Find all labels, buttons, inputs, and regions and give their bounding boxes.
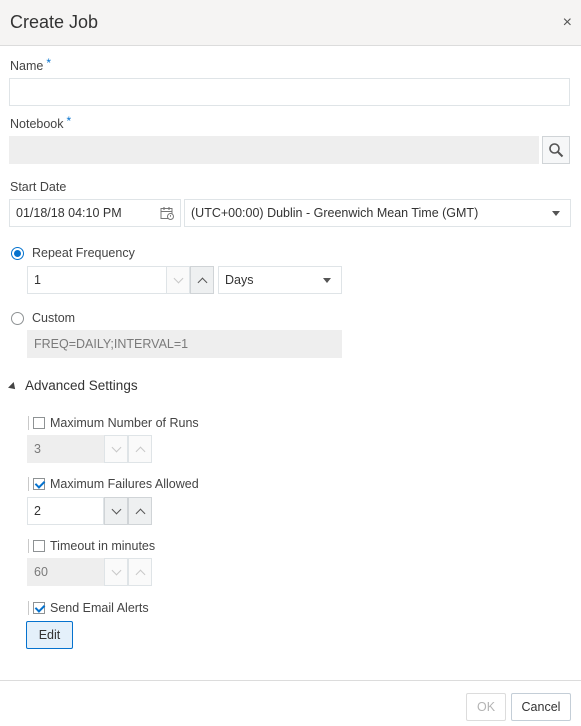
timezone-select[interactable]: (UTC+00:00) Dublin - Greenwich Mean Time… [184, 199, 571, 227]
max-runs-decrement-button[interactable] [104, 435, 128, 463]
expand-triangle-icon[interactable] [8, 382, 18, 392]
chevron-down-icon [111, 504, 121, 514]
max-runs-increment-button[interactable] [128, 435, 152, 463]
max-failures-label: Maximum Failures Allowed [50, 477, 199, 491]
name-input[interactable] [9, 78, 570, 106]
max-failures-decrement-button[interactable] [104, 497, 128, 525]
custom-rule-field[interactable]: FREQ=DAILY;INTERVAL=1 [27, 330, 342, 358]
ok-button[interactable]: OK [466, 693, 506, 721]
max-failures-checkbox[interactable] [33, 478, 45, 490]
timeout-label: Timeout in minutes [50, 539, 156, 553]
required-marker: * [66, 114, 72, 128]
start-date-value: 01/18/18 04:10 PM [16, 206, 122, 220]
frequency-unit-value: Days [225, 273, 254, 287]
close-icon[interactable]: × [563, 14, 572, 32]
notebook-field[interactable] [9, 136, 539, 164]
advanced-settings-toggle[interactable]: Advanced Settings [25, 378, 138, 393]
chevron-down-icon [552, 211, 560, 216]
repeat-frequency-radio[interactable] [11, 247, 24, 260]
required-marker: * [46, 56, 52, 70]
timeout-increment-button[interactable] [128, 558, 152, 586]
name-label: Name * [10, 56, 52, 73]
timezone-value: (UTC+00:00) Dublin - Greenwich Mean Time… [191, 206, 479, 220]
frequency-unit-select[interactable]: Days [218, 266, 342, 294]
frequency-increment-button[interactable] [190, 266, 214, 294]
email-alerts-checkbox[interactable] [33, 602, 45, 614]
chevron-down-icon [323, 278, 331, 283]
chevron-down-icon [173, 273, 183, 283]
email-alerts-label: Send Email Alerts [50, 601, 149, 615]
dialog-title: Create Job [10, 12, 99, 32]
dialog-header: Create Job × [0, 0, 581, 46]
calendar-icon[interactable] [160, 206, 174, 220]
chevron-up-icon [197, 277, 207, 287]
chevron-up-icon [135, 446, 145, 456]
chevron-down-icon [111, 565, 121, 575]
timeout-decrement-button[interactable] [104, 558, 128, 586]
custom-radio[interactable] [11, 312, 24, 325]
start-date-label: Start Date [10, 180, 67, 194]
chevron-up-icon [135, 569, 145, 579]
custom-label: Custom [32, 311, 76, 325]
chevron-up-icon [135, 508, 145, 518]
chevron-down-icon [111, 442, 121, 452]
timeout-checkbox[interactable] [33, 540, 45, 552]
divider [28, 539, 29, 553]
max-runs-checkbox[interactable] [33, 417, 45, 429]
timeout-input[interactable]: 60 [27, 558, 104, 586]
repeat-frequency-label: Repeat Frequency [32, 246, 135, 260]
divider [28, 601, 29, 615]
search-icon [549, 143, 564, 158]
max-runs-label: Maximum Number of Runs [50, 416, 199, 430]
max-failures-input[interactable]: 2 [27, 497, 104, 525]
cancel-button[interactable]: Cancel [511, 693, 571, 721]
max-runs-input[interactable]: 3 [27, 435, 104, 463]
edit-email-alerts-button[interactable]: Edit [26, 621, 73, 649]
divider [28, 477, 29, 491]
notebook-search-button[interactable] [542, 136, 570, 164]
dialog-footer: OK Cancel [0, 680, 581, 726]
start-date-input[interactable]: 01/18/18 04:10 PM [9, 199, 181, 227]
notebook-label: Notebook * [10, 114, 72, 131]
frequency-decrement-button[interactable] [166, 266, 190, 294]
divider [28, 416, 29, 430]
repeat-frequency-input[interactable]: 1 [27, 266, 167, 294]
max-failures-increment-button[interactable] [128, 497, 152, 525]
